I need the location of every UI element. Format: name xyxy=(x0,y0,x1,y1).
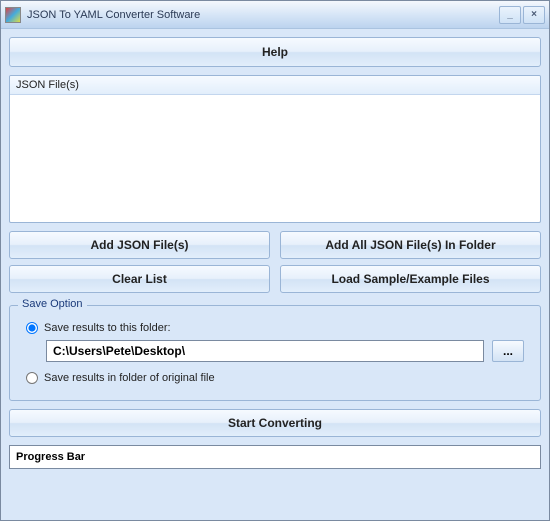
file-list-panel: JSON File(s) xyxy=(9,75,541,223)
radio-save-to-folder-label: Save results to this folder: xyxy=(44,322,171,334)
help-button[interactable]: Help xyxy=(9,37,541,67)
radio-save-original-folder-label: Save results in folder of original file xyxy=(44,372,215,384)
radio-save-original-folder[interactable] xyxy=(26,372,38,384)
file-list[interactable] xyxy=(10,95,540,221)
app-window: JSON To YAML Converter Software _ × Help… xyxy=(0,0,550,521)
close-button[interactable]: × xyxy=(523,6,545,24)
progress-label: Progress Bar xyxy=(16,451,85,463)
add-json-files-button[interactable]: Add JSON File(s) xyxy=(9,231,270,259)
window-title: JSON To YAML Converter Software xyxy=(27,9,499,21)
radio-save-original-folder-row[interactable]: Save results in folder of original file xyxy=(26,372,530,384)
client-area: Help JSON File(s) Add JSON File(s) Add A… xyxy=(1,29,549,520)
output-path-row: ... xyxy=(46,340,524,362)
file-list-header[interactable]: JSON File(s) xyxy=(10,76,540,95)
browse-folder-button[interactable]: ... xyxy=(492,340,524,362)
clear-list-button[interactable]: Clear List xyxy=(9,265,270,293)
radio-save-to-folder-row[interactable]: Save results to this folder: xyxy=(26,322,530,334)
minimize-button[interactable]: _ xyxy=(499,6,521,24)
titlebar[interactable]: JSON To YAML Converter Software _ × xyxy=(1,1,549,29)
app-icon xyxy=(5,7,21,23)
add-all-in-folder-button[interactable]: Add All JSON File(s) In Folder xyxy=(280,231,541,259)
radio-save-to-folder[interactable] xyxy=(26,322,38,334)
load-sample-button[interactable]: Load Sample/Example Files xyxy=(280,265,541,293)
save-option-title: Save Option xyxy=(18,298,87,310)
save-option-group: Save Option Save results to this folder:… xyxy=(9,305,541,401)
start-converting-button[interactable]: Start Converting xyxy=(9,409,541,437)
progress-bar: Progress Bar xyxy=(9,445,541,469)
window-control-buttons: _ × xyxy=(499,6,545,24)
action-button-grid: Add JSON File(s) Add All JSON File(s) In… xyxy=(9,231,541,293)
output-path-input[interactable] xyxy=(46,340,484,362)
